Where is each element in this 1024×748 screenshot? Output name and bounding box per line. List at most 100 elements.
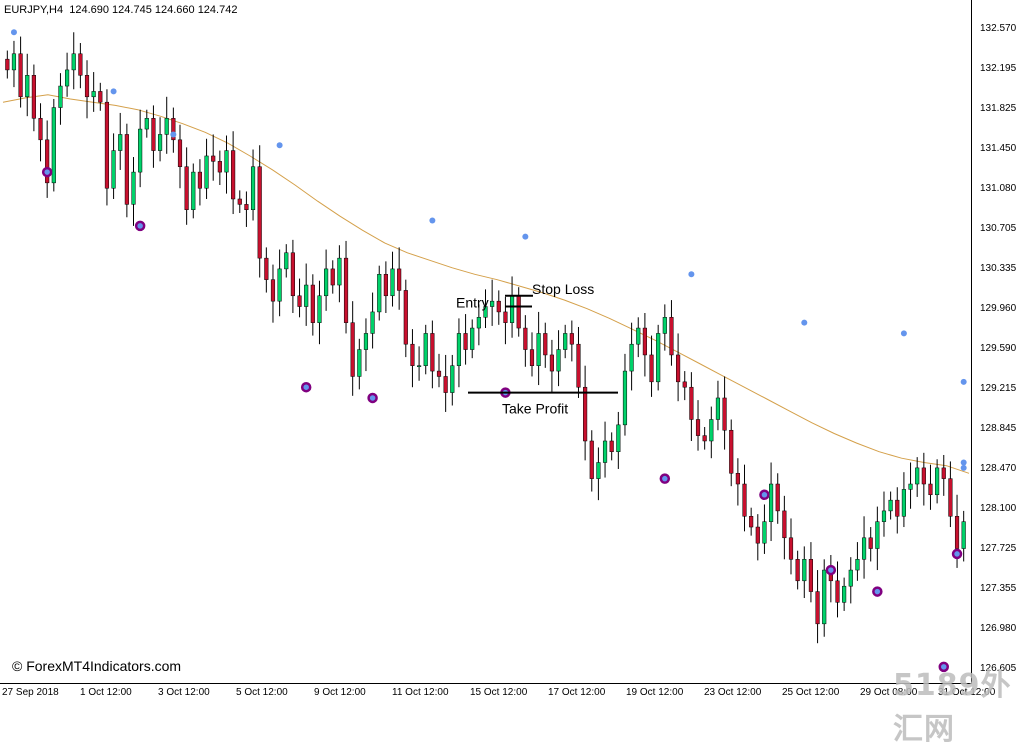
bearish-candle — [782, 510, 787, 539]
bearish-candle — [868, 537, 873, 549]
time-tick-label: 9 Oct 12:00 — [314, 687, 366, 698]
bearish-candle — [682, 381, 687, 388]
bullish-candle — [317, 295, 322, 323]
bullish-candle — [204, 155, 209, 189]
brand-logo: 5189外汇网 — [893, 668, 1012, 747]
bearish-candle — [264, 257, 269, 280]
fractal-up-dot — [522, 233, 529, 240]
time-tick-label: 27 Sep 2018 — [2, 687, 59, 698]
bearish-candle — [921, 467, 926, 485]
bearish-candle — [788, 537, 794, 560]
bullish-candle — [65, 69, 70, 87]
bearish-candle — [689, 386, 694, 420]
bearish-candle — [755, 526, 760, 544]
price-tick-label: 128.470 — [980, 463, 1017, 474]
bearish-candle — [549, 354, 554, 372]
bullish-candle — [888, 499, 893, 512]
bearish-candle — [104, 101, 110, 189]
stop-loss-label: Stop Loss — [532, 281, 594, 297]
bearish-candle — [735, 473, 740, 485]
bullish-candle — [536, 333, 541, 366]
bearish-candle — [649, 354, 654, 383]
time-tick-label: 11 Oct 12:00 — [392, 687, 449, 698]
bearish-candle — [642, 327, 647, 356]
bullish-candle — [370, 311, 375, 334]
bearish-candle — [211, 155, 216, 162]
price-axis[interactable]: 132.570 132.195 131.825 131.450 131.080 130.7… — [972, 0, 1024, 684]
fractal-signal-dot — [659, 473, 671, 484]
bullish-candle — [11, 53, 17, 71]
time-tick-label: 15 Oct 12:00 — [470, 687, 528, 698]
bullish-candle — [284, 252, 289, 270]
bullish-candle — [25, 75, 30, 98]
bullish-candle — [629, 343, 634, 372]
bullish-candle — [769, 483, 774, 522]
bearish-candle — [177, 139, 183, 167]
fractal-up-dot — [900, 330, 907, 337]
bearish-candle — [695, 419, 701, 436]
bearish-candle — [503, 311, 508, 323]
bullish-candle — [357, 349, 362, 377]
price-tick-label: 131.450 — [980, 143, 1017, 154]
bearish-candle — [244, 204, 249, 210]
bearish-candle — [775, 483, 780, 512]
time-axis[interactable]: 27 Sep 2018 1 Oct 12:00 3 Oct 12:00 5 Oct 1… — [0, 684, 1024, 704]
bullish-candle — [915, 467, 920, 485]
bullish-candle — [908, 483, 913, 490]
bullish-candle — [51, 107, 56, 184]
bullish-candle — [901, 489, 906, 517]
bearish-candle — [543, 333, 548, 356]
fractal-signal-dot — [951, 548, 963, 560]
price-tick-label: 129.215 — [980, 383, 1017, 394]
price-tick-label: 129.960 — [980, 303, 1017, 314]
bullish-candle — [157, 134, 163, 151]
time-tick-label: 23 Oct 12:00 — [704, 687, 762, 698]
bearish-candle — [516, 295, 521, 329]
bullish-candle — [715, 397, 721, 420]
time-tick-label: 5 Oct 12:00 — [236, 687, 288, 698]
bearish-candle — [410, 343, 415, 366]
price-tick-label: 131.080 — [980, 183, 1017, 194]
bearish-candle — [343, 257, 349, 323]
fractal-up-dot — [276, 142, 283, 149]
bearish-candle — [151, 118, 156, 151]
bullish-candle — [191, 171, 196, 210]
bullish-candle — [337, 257, 342, 286]
bullish-candle — [71, 53, 76, 71]
price-tick-label: 128.845 — [980, 423, 1017, 434]
bullish-candle — [616, 424, 621, 452]
fractal-up-dot — [10, 29, 17, 36]
bearish-candle — [290, 252, 295, 297]
bearish-candle — [895, 499, 900, 517]
time-tick-label: 3 Oct 12:00 — [158, 687, 210, 698]
fractal-up-dot — [170, 131, 177, 138]
bearish-candle — [529, 349, 535, 366]
time-tick-label: 19 Oct 12:00 — [626, 687, 684, 698]
price-plot[interactable]: Stop Loss Entry Take Profit — [0, 0, 971, 683]
bearish-candle — [808, 559, 814, 592]
bullish-candle — [144, 118, 149, 130]
bearish-candle — [569, 333, 574, 345]
bearish-candle — [795, 559, 800, 582]
bullish-candle — [662, 317, 667, 334]
fractal-signal-dot — [134, 220, 146, 232]
bearish-candle — [350, 322, 355, 377]
bearish-candle — [383, 274, 388, 297]
time-tick-label: 1 Oct 12:00 — [80, 687, 132, 698]
bearish-candle — [430, 333, 435, 372]
bearish-candle — [496, 300, 501, 313]
time-tick-label: 17 Oct 12:00 — [548, 687, 606, 698]
bullish-candle — [596, 462, 601, 479]
bearish-candle — [722, 397, 727, 431]
fractal-up-dot — [688, 271, 695, 278]
fractal-signal-dot — [759, 489, 770, 501]
bullish-candle — [250, 166, 256, 210]
bullish-candle — [656, 333, 661, 383]
chart-area[interactable]: EURJPY,H4 124.690 124.745 124.660 124.74… — [0, 0, 972, 684]
bullish-candle — [861, 537, 867, 560]
bearish-candle — [676, 354, 681, 383]
bullish-candle — [417, 365, 422, 367]
price-tick-label: 131.825 — [980, 103, 1017, 114]
bearish-candle — [815, 591, 820, 625]
price-tick-label: 130.705 — [980, 223, 1017, 234]
